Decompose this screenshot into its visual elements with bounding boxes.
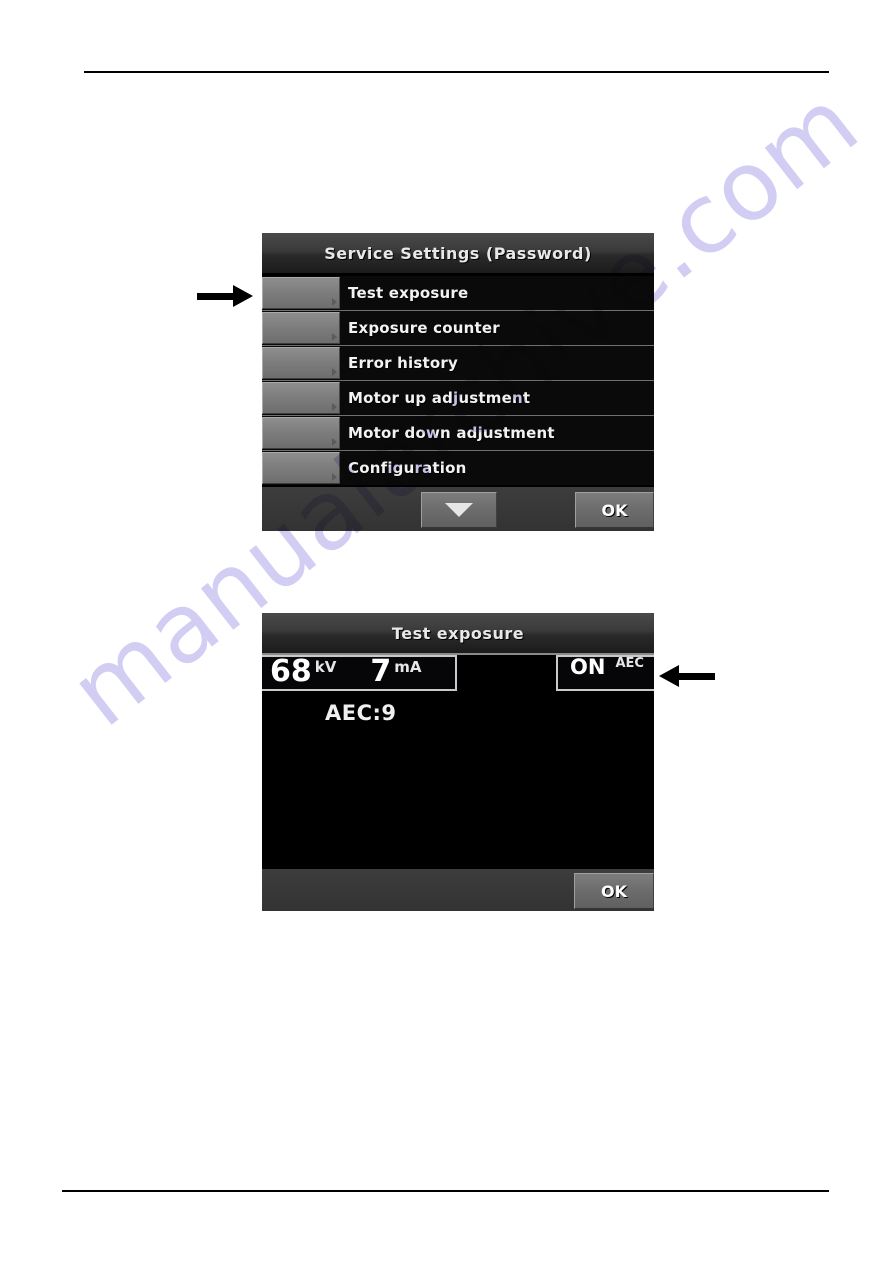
- ok-button[interactable]: OK: [574, 873, 654, 909]
- scroll-down-button[interactable]: [421, 492, 497, 528]
- select-button-error-history[interactable]: [262, 347, 340, 379]
- select-button-motor-down-adjustment[interactable]: [262, 417, 340, 449]
- aec-state-value: ON: [570, 655, 606, 679]
- service-settings-title-bar: Service Settings (Password): [262, 233, 654, 273]
- menu-label-configuration: Configuration: [348, 459, 467, 477]
- select-button-motor-up-adjustment[interactable]: [262, 382, 340, 414]
- test-exposure-title-bar: Test exposure: [262, 613, 654, 653]
- service-settings-title-text: Service Settings (Password): [324, 243, 592, 263]
- aec-reading-text: AEC:9: [325, 701, 397, 725]
- menu-row-motor-down-adjustment[interactable]: Motor down adjustment: [262, 416, 654, 451]
- kv-unit: kV: [314, 658, 337, 676]
- chevron-right-icon: [332, 473, 337, 481]
- test-exposure-title-text: Test exposure: [391, 623, 525, 643]
- arrow-head: [659, 665, 679, 687]
- chevron-right-icon: [332, 438, 337, 446]
- select-button-exposure-counter[interactable]: [262, 312, 340, 344]
- kv-value: 68: [270, 654, 312, 689]
- arrow-head: [233, 285, 253, 307]
- arrow-shaft: [197, 293, 235, 300]
- ma-value: 7: [370, 654, 392, 689]
- menu-row-configuration[interactable]: Configuration: [262, 451, 654, 486]
- ok-button-label: OK: [601, 881, 627, 901]
- ok-button-label: OK: [601, 500, 628, 520]
- arrow-right-icon: [197, 285, 253, 307]
- aec-status-box[interactable]: ON AEC: [556, 655, 654, 691]
- test-exposure-body: 68 kV 7 mA ON AEC AEC:9: [262, 653, 654, 869]
- menu-row-exposure-counter[interactable]: Exposure counter: [262, 311, 654, 346]
- ok-button[interactable]: OK: [575, 492, 654, 528]
- arrow-left-icon: [659, 665, 715, 687]
- test-exposure-footer: OK: [262, 867, 654, 911]
- chevron-down-icon: [445, 503, 473, 517]
- header-rule: [84, 71, 829, 73]
- test-exposure-dialog: Test exposure 68 kV 7 mA ON AEC AEC:9 OK: [262, 613, 654, 911]
- service-settings-footer: OK: [262, 485, 654, 531]
- menu-label-motor-up-adjustment: Motor up adjustment: [348, 389, 531, 407]
- chevron-right-icon: [332, 368, 337, 376]
- aec-label: AEC: [615, 656, 644, 671]
- ma-unit: mA: [394, 658, 422, 676]
- menu-label-motor-down-adjustment: Motor down adjustment: [348, 424, 555, 442]
- menu-label-exposure-counter: Exposure counter: [348, 319, 500, 337]
- chevron-right-icon: [332, 403, 337, 411]
- menu-label-error-history: Error history: [348, 354, 458, 372]
- arrow-shaft: [677, 673, 715, 680]
- footer-rule: [62, 1190, 829, 1192]
- menu-row-test-exposure[interactable]: Test exposure: [262, 276, 654, 311]
- select-button-test-exposure[interactable]: [262, 277, 340, 309]
- menu-label-test-exposure: Test exposure: [348, 284, 469, 302]
- chevron-right-icon: [332, 298, 337, 306]
- menu-row-motor-up-adjustment[interactable]: Motor up adjustment: [262, 381, 654, 416]
- select-button-configuration[interactable]: [262, 452, 340, 484]
- chevron-right-icon: [332, 333, 337, 341]
- service-settings-menu-list: Test exposure Exposure counter Error his…: [262, 273, 654, 486]
- menu-row-error-history[interactable]: Error history: [262, 346, 654, 381]
- kv-ma-readout[interactable]: 68 kV 7 mA: [262, 655, 457, 691]
- service-settings-dialog: Service Settings (Password) Test exposur…: [262, 233, 654, 531]
